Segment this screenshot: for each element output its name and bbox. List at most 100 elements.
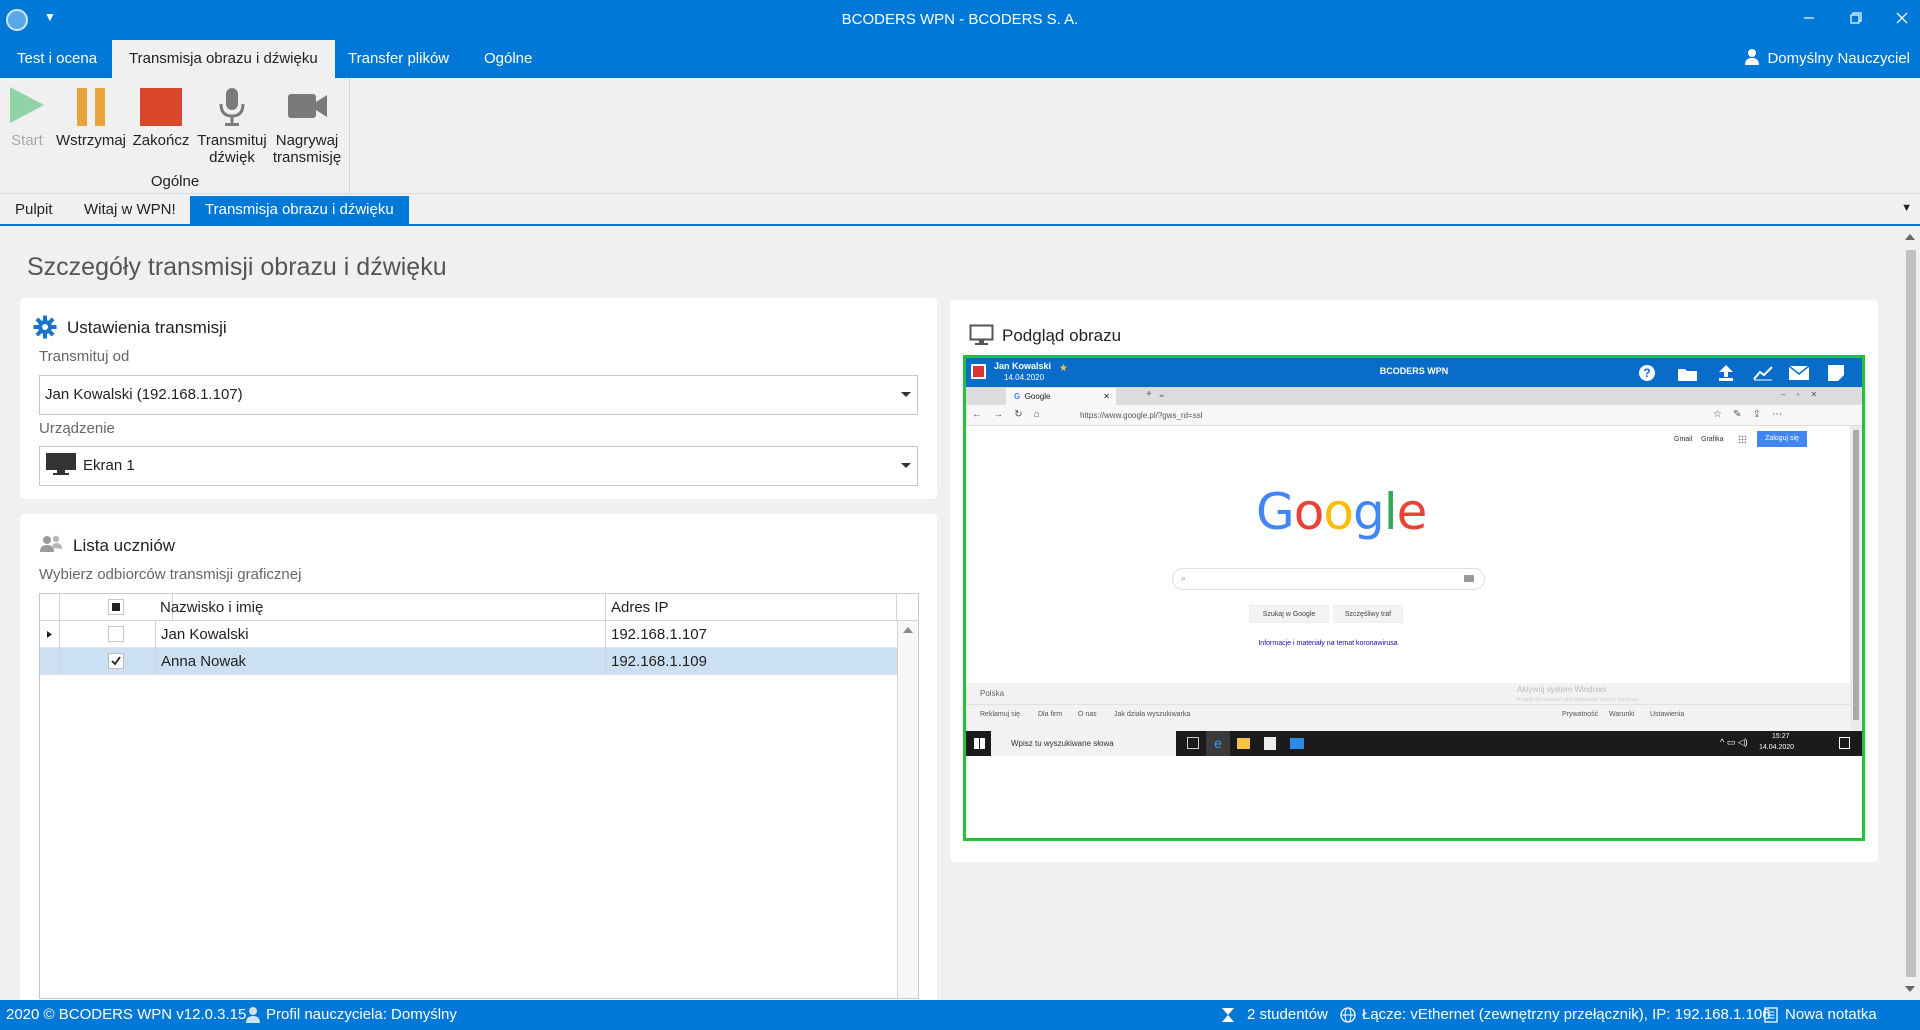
title-bar: ▼ BCODERS WPN - BCODERS S. A. — [0, 0, 1920, 40]
remote-footer-link: Reklamuj się — [980, 711, 1021, 718]
student-name: Anna Nowak — [155, 648, 606, 675]
ribbon-tabs: Test i ocena Transmisja obrazu i dźwięku… — [0, 40, 1920, 78]
microphone-icon — [194, 82, 270, 128]
tab-transmisja[interactable]: Transmisja obrazu i dźwięku — [112, 40, 335, 78]
hourglass-icon — [1220, 1007, 1236, 1023]
table-row[interactable]: Anna Nowak 192.168.1.109 — [40, 648, 897, 675]
remote-taskbar: Wpisz tu wyszukiwane słowa e 15:27 14.04… — [966, 731, 1862, 756]
column-header-name[interactable]: Nazwisko i imię — [155, 594, 606, 621]
student-ip: 192.168.1.107 — [611, 626, 707, 643]
user-icon — [1745, 49, 1760, 65]
row-checkbox[interactable] — [108, 626, 124, 642]
record-button[interactable]: Nagrywaj transmisję — [272, 82, 342, 166]
ribbon-group-label: Ogólne — [150, 173, 200, 190]
remote-activate-title: Aktywuj system Windows — [1517, 685, 1607, 694]
scroll-up-icon[interactable] — [903, 626, 913, 634]
ribbon-group-ogolne: Start Wstrzymaj Zakończ Transmituj dźwię… — [0, 78, 350, 194]
source-label: Transmituj od — [39, 348, 130, 365]
student-ip: 192.168.1.109 — [611, 653, 707, 670]
ribbon: Start Wstrzymaj Zakończ Transmituj dźwię… — [0, 78, 1920, 194]
remote-footer-link: Ustawienia — [1650, 711, 1685, 718]
user-name: Domyślny Nauczyciel — [1767, 50, 1910, 67]
device-select[interactable]: Ekran 1 — [39, 446, 918, 486]
remote-footer-link: Prywatność — [1562, 711, 1599, 718]
source-select[interactable]: Jan Kowalski (192.168.1.107) — [39, 375, 918, 415]
student-name: Jan Kowalski — [155, 621, 606, 648]
monitor-icon — [969, 324, 995, 346]
system-tray-icons: ^ ▭ ◁) — [1720, 737, 1748, 747]
chevron-down-icon — [901, 392, 911, 397]
scroll-thumb[interactable] — [1906, 250, 1916, 977]
device-value: Ekran 1 — [83, 457, 135, 474]
store-icon — [1264, 737, 1276, 750]
tabs-dropdown-icon[interactable]: ▼ — [1901, 202, 1912, 214]
status-connection: Łącze: vEthernet (zewnętrzny przełącznik… — [1362, 1006, 1771, 1023]
doc-tab-witaj[interactable]: Witaj w WPN! — [69, 196, 191, 224]
preview-title: Podgląd obrazu — [1002, 326, 1122, 345]
remote-app-bar: Jan Kowalski 14.04.2020 ★ BCODERS WPN ? — [966, 358, 1862, 387]
chart-icon — [1753, 365, 1773, 381]
remote-footer-country: Polska — [980, 689, 1005, 698]
scroll-up-icon[interactable] — [1905, 233, 1915, 241]
transmit-audio-label-2: dźwięk — [209, 149, 255, 166]
grid-header: Nazwisko i imię Adres IP — [40, 594, 918, 621]
remote-window-controls: – ▫ ✕ — [1781, 390, 1818, 399]
remote-browser-tab: G Google ✕ — [1006, 388, 1116, 405]
remote-scrollbar — [1850, 426, 1862, 731]
notepad-icon — [1764, 1007, 1778, 1023]
remote-footer: Polska Reklamuj się Dla firm O nas Jak d… — [966, 683, 1850, 731]
pause-label: Wstrzymaj — [56, 132, 126, 149]
pause-icon — [54, 82, 128, 128]
restore-icon[interactable] — [1841, 8, 1871, 28]
scroll-down-icon[interactable] — [1905, 985, 1915, 993]
status-students: 2 studentów — [1247, 1006, 1328, 1023]
new-note-button[interactable]: Nowa notatka — [1785, 1000, 1877, 1030]
remote-clock-time: 15:27 — [1772, 733, 1790, 740]
tab-test-i-ocena[interactable]: Test i ocena — [0, 40, 114, 78]
user-menu[interactable]: Domyślny Nauczyciel — [1745, 40, 1910, 78]
status-copyright: 2020 © BCODERS WPN v12.0.3.15 — [6, 1006, 247, 1023]
help-icon: ? — [1639, 365, 1655, 381]
status-profile[interactable]: Profil nauczyciela: Domyślny — [266, 1000, 457, 1030]
device-label: Urządzenie — [39, 420, 115, 437]
row-checkbox[interactable] — [108, 653, 124, 669]
status-bar: 2020 © BCODERS WPN v12.0.3.15 Profil nau… — [0, 1000, 1920, 1030]
doc-tab-pulpit[interactable]: Pulpit — [0, 196, 68, 224]
remote-footer-link: Dla firm — [1038, 711, 1063, 718]
stop-button[interactable]: Zakończ — [132, 82, 190, 149]
settings-title: Ustawienia transmisji — [67, 318, 227, 337]
grid-scrollbar[interactable] — [897, 621, 918, 998]
row-indicator — [40, 621, 60, 648]
google-logo: Google — [1256, 483, 1427, 541]
transmit-audio-button[interactable]: Transmituj dźwięk — [194, 82, 270, 166]
row-indicator-header — [40, 594, 60, 621]
remote-browser-tabs: G Google ✕ + ⌄ – ▫ ✕ — [966, 387, 1862, 405]
source-value: Jan Kowalski (192.168.1.107) — [45, 386, 243, 403]
pause-button[interactable]: Wstrzymaj — [54, 82, 128, 149]
remote-footer-link: Warunki — [1609, 711, 1635, 718]
doc-tab-transmisja[interactable]: Transmisja obrazu i dźwięku — [190, 196, 409, 224]
column-header-ip[interactable]: Adres IP — [606, 594, 897, 621]
minimize-icon[interactable] — [1794, 8, 1824, 28]
remote-footer-link: Jak działa wyszukiwarka — [1114, 711, 1191, 718]
remote-tab-label: Google — [1024, 392, 1051, 401]
select-all-checkbox[interactable] — [108, 599, 124, 615]
users-icon — [39, 534, 63, 556]
upload-icon — [1718, 365, 1734, 381]
remote-activate-sub: Przejdź do ustawień, aby aktywować syste… — [1517, 697, 1639, 703]
stop-label: Zakończ — [132, 132, 190, 149]
remote-taskbar-search: Wpisz tu wyszukiwane słowa — [991, 731, 1176, 756]
main-scrollbar[interactable] — [1900, 228, 1920, 1000]
globe-icon — [1340, 1007, 1356, 1023]
tab-ogolne[interactable]: Ogólne — [467, 40, 549, 78]
tab-transfer-plikow[interactable]: Transfer plików — [331, 40, 466, 78]
preview-screen[interactable]: Jan Kowalski 14.04.2020 ★ BCODERS WPN ? … — [963, 355, 1865, 841]
students-grid: Nazwisko i imię Adres IP Jan Kowalski 19… — [39, 593, 919, 999]
close-icon[interactable] — [1887, 8, 1917, 28]
table-row[interactable]: Jan Kowalski 192.168.1.107 — [40, 621, 897, 648]
edge-icon: e — [1206, 731, 1230, 756]
window-title: BCODERS WPN - BCODERS S. A. — [841, 11, 1079, 28]
start-button[interactable]: Start — [6, 82, 48, 149]
remote-link-grafika: Grafika — [1701, 436, 1724, 443]
page-title: Szczegóły transmisji obrazu i dźwięku — [27, 253, 447, 281]
